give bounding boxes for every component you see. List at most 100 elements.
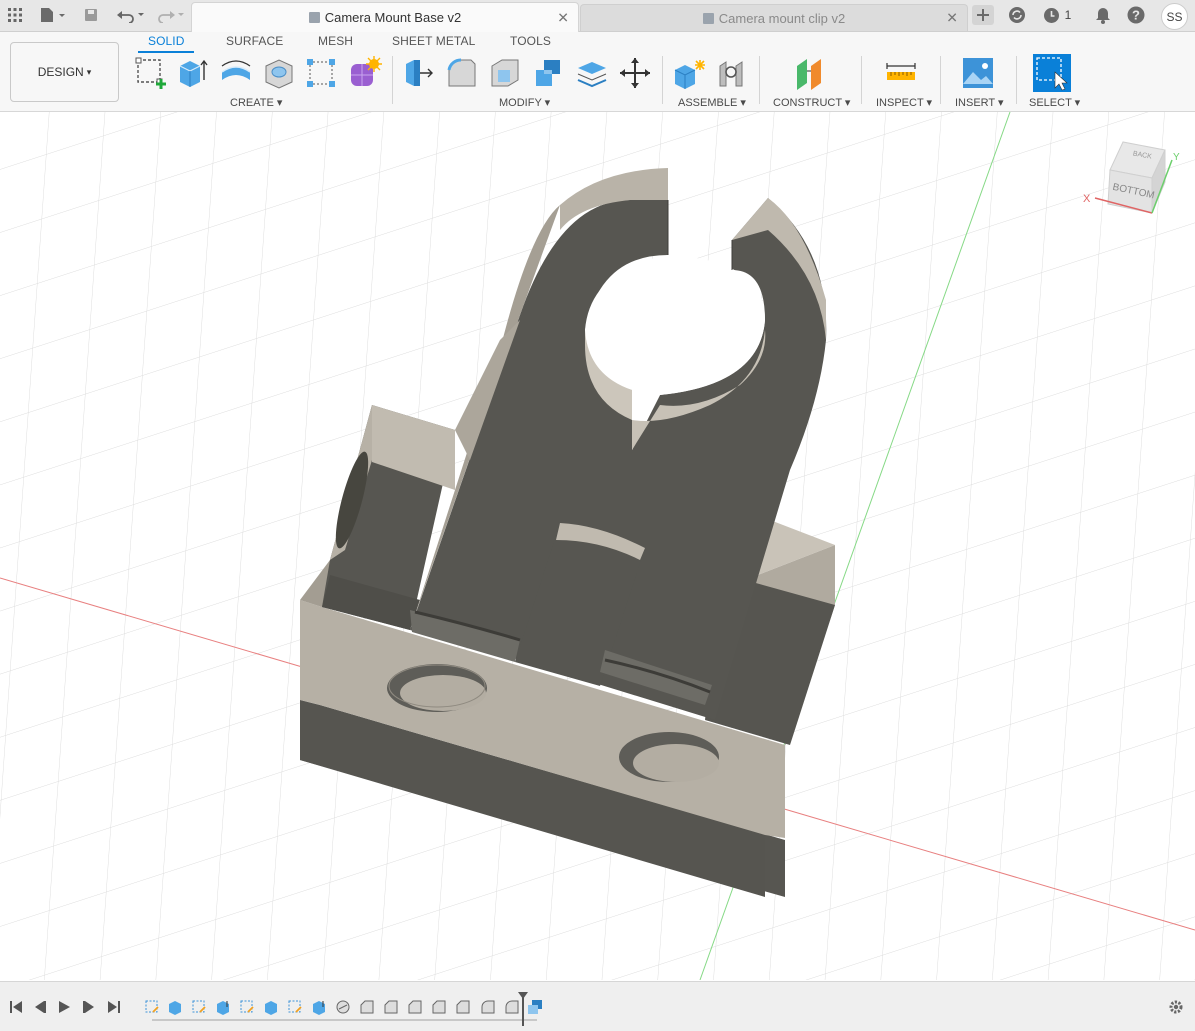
press-pull-icon[interactable] (401, 56, 435, 90)
help-icon[interactable]: ? (1126, 5, 1146, 25)
extrude-feature-icon[interactable] (263, 999, 279, 1015)
select-menu[interactable]: SELECT ▾ (1029, 96, 1080, 109)
divider (759, 56, 760, 104)
divider (1016, 56, 1017, 104)
tab-camera-mount-clip[interactable]: Camera mount clip v2 ✕ (580, 4, 968, 31)
component-icon (702, 12, 714, 24)
chamfer-feature-icon[interactable] (383, 999, 399, 1015)
extrude-feature-icon[interactable] (167, 999, 183, 1015)
sketch-feature-icon[interactable] (239, 999, 255, 1015)
inspect-menu[interactable]: INSPECT ▾ (876, 96, 932, 109)
sketch-feature-icon[interactable] (287, 999, 303, 1015)
create-menu[interactable]: CREATE ▾ (230, 96, 282, 109)
divider (940, 56, 941, 104)
chamfer-feature-icon[interactable] (431, 999, 447, 1015)
move-icon[interactable] (618, 56, 652, 90)
skip-to-end-icon[interactable] (106, 999, 122, 1015)
divider (392, 56, 393, 104)
pattern-icon[interactable] (304, 56, 338, 90)
play-icon[interactable] (56, 999, 72, 1015)
workspace-switcher[interactable]: DESIGN ▾ (10, 42, 119, 102)
chamfer-feature-icon[interactable] (359, 999, 375, 1015)
assemble-menu[interactable]: ASSEMBLE ▾ (678, 96, 746, 109)
extrude-feature-icon[interactable] (311, 999, 327, 1015)
apps-grid-icon[interactable] (7, 5, 23, 25)
close-icon[interactable]: ✕ (557, 9, 569, 26)
divider (861, 56, 862, 104)
avatar[interactable]: SS (1161, 3, 1188, 30)
gear-icon[interactable] (1168, 999, 1184, 1015)
toolbar: DESIGN ▾ SOLID SURFACE MESH SHEET METAL … (0, 32, 1195, 112)
step-back-icon[interactable] (32, 999, 48, 1015)
offset-plane-icon[interactable] (794, 56, 828, 90)
sketch-feature-icon[interactable] (191, 999, 207, 1015)
redo-icon[interactable] (155, 5, 187, 25)
job-count: 1 (1064, 8, 1072, 22)
create-form-icon[interactable] (348, 56, 382, 90)
fillet-feature-icon[interactable] (480, 999, 496, 1015)
svg-text:?: ? (1132, 8, 1140, 23)
divider (662, 56, 663, 104)
modify-menu[interactable]: MODIFY ▾ (499, 96, 550, 109)
insert-menu[interactable]: INSERT ▾ (955, 96, 1004, 109)
file-icon[interactable] (38, 5, 68, 25)
save-icon[interactable] (82, 5, 100, 25)
insert-image-icon[interactable] (961, 56, 995, 90)
assemble-label: ASSEMBLE (678, 97, 738, 109)
construct-label: CONSTRUCT (773, 97, 842, 109)
revolve-icon[interactable] (219, 56, 253, 90)
title-bar: Camera Mount Base v2 ✕ Camera mount clip… (0, 0, 1195, 32)
tab-mesh[interactable]: MESH (318, 34, 353, 48)
hole-icon[interactable] (262, 56, 296, 90)
step-forward-icon[interactable] (81, 999, 97, 1015)
tab-solid[interactable]: SOLID (148, 34, 185, 48)
timeline-track[interactable] (152, 1019, 537, 1021)
insert-label: INSERT (955, 97, 995, 109)
tab-label: Camera mount clip v2 (718, 10, 846, 26)
chamfer-feature-icon[interactable] (455, 999, 471, 1015)
inspect-label: INSPECT (876, 97, 924, 109)
chamfer-feature-icon[interactable] (407, 999, 423, 1015)
extrude-icon[interactable] (176, 56, 210, 90)
tab-tools[interactable]: TOOLS (510, 34, 551, 48)
select-icon[interactable] (1033, 54, 1071, 92)
construct-menu[interactable]: CONSTRUCT ▾ (773, 96, 850, 109)
tab-surface[interactable]: SURFACE (226, 34, 283, 48)
clock-icon (1043, 7, 1059, 23)
bell-icon[interactable] (1093, 5, 1113, 25)
offset-faces-icon[interactable] (575, 56, 609, 90)
plus-icon[interactable] (972, 5, 994, 25)
skip-to-start-icon[interactable] (8, 999, 24, 1015)
active-tab-indicator (138, 51, 194, 53)
y-axis-label: Y (1173, 152, 1180, 163)
extensions-icon[interactable] (1006, 5, 1028, 25)
fillet-icon[interactable] (445, 56, 479, 90)
component-icon (308, 12, 320, 23)
new-component-icon[interactable] (671, 56, 705, 90)
x-axis-label: X (1083, 193, 1091, 205)
create-label: CREATE (230, 97, 274, 109)
measure-icon[interactable] (884, 56, 918, 90)
close-icon[interactable]: ✕ (946, 10, 958, 27)
timeline-marker-head[interactable] (518, 992, 528, 999)
extrude-feature-icon[interactable] (215, 999, 231, 1015)
undo-icon[interactable] (115, 5, 147, 25)
select-label: SELECT (1029, 97, 1072, 109)
timeline-bar (0, 981, 1195, 1031)
modify-label: MODIFY (499, 97, 542, 109)
caret-down-icon: ▾ (86, 66, 92, 77)
canvas-viewport[interactable]: BACK BOTTOM X Y (0, 112, 1195, 980)
combine-feature-icon[interactable] (527, 999, 543, 1015)
sketch-feature-icon[interactable] (144, 999, 160, 1015)
tab-camera-mount-base[interactable]: Camera Mount Base v2 ✕ (191, 2, 579, 32)
fillet-feature-icon[interactable] (335, 999, 351, 1015)
shell-icon[interactable] (488, 56, 522, 90)
fillet-feature-icon[interactable] (504, 999, 520, 1015)
tab-sheet-metal[interactable]: SHEET METAL (392, 34, 475, 48)
model-canvas[interactable]: BACK BOTTOM X Y (0, 112, 1195, 980)
combine-icon[interactable] (532, 56, 566, 90)
joint-icon[interactable] (714, 56, 748, 90)
create-sketch-icon[interactable] (134, 56, 168, 90)
tab-label: Camera Mount Base v2 (324, 10, 462, 25)
job-status[interactable]: 1 (1040, 5, 1074, 25)
